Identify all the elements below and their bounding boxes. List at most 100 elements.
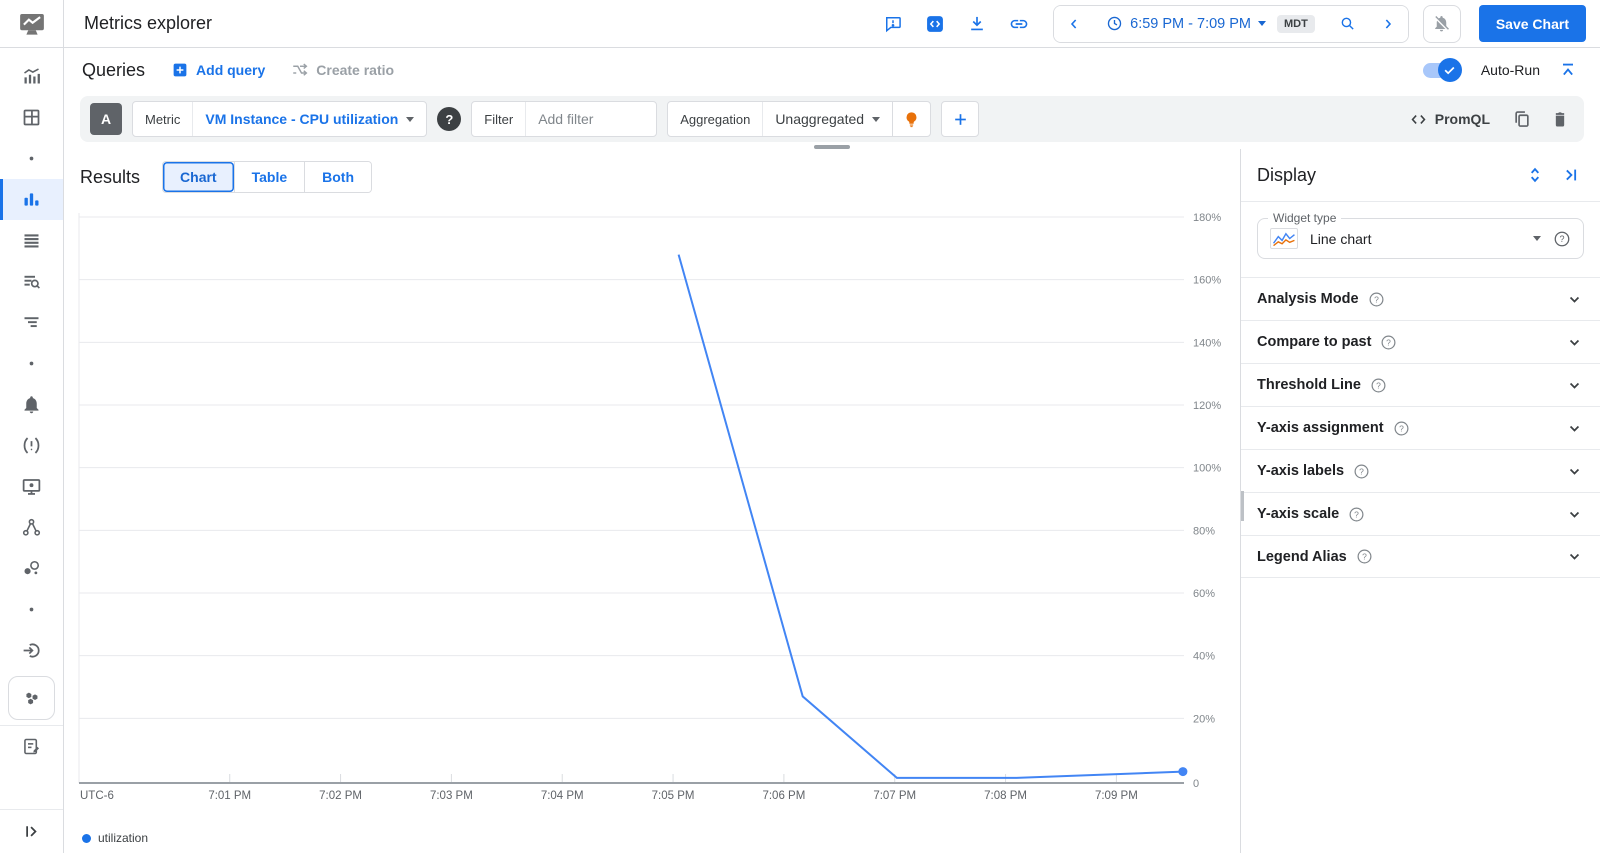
sidebar-overflow-dot-1 (0, 138, 63, 179)
promql-toggle[interactable]: PromQL (1409, 110, 1490, 129)
widget-type-value: Line chart (1310, 230, 1372, 247)
widget-type-label: Widget type (1268, 211, 1342, 225)
download-icon[interactable] (963, 10, 991, 38)
help-icon[interactable]: ? (1348, 506, 1365, 523)
copy-query-icon[interactable] (1508, 105, 1536, 133)
display-section-legend-alias[interactable]: Legend Alias? (1241, 535, 1600, 578)
sidebar-item-integrations[interactable] (0, 630, 63, 671)
aggregation-selector[interactable]: Unaggregated (763, 111, 892, 127)
display-section-y-axis-labels[interactable]: Y-axis labels? (1241, 449, 1600, 492)
tab-both[interactable]: Both (304, 162, 372, 192)
svg-text:7:04 PM: 7:04 PM (541, 790, 584, 802)
line-chart[interactable]: 0 20% 40% 60% 80% 100% 120% 140% 160% 180% 7:01 PM… (78, 199, 1238, 813)
svg-text:7:07 PM: 7:07 PM (873, 790, 916, 802)
svg-text:7:09 PM: 7:09 PM (1095, 790, 1138, 802)
metric-pill: Metric VM Instance - CPU utilization (132, 101, 428, 137)
svg-text:7:01 PM: 7:01 PM (208, 790, 251, 802)
sidebar-item-error-reporting[interactable] (0, 425, 63, 466)
time-forward-button[interactable] (1367, 5, 1408, 42)
svg-text:140%: 140% (1193, 337, 1221, 349)
chart-legend: utilization (64, 829, 1240, 853)
aggregation-label: Aggregation (668, 102, 764, 136)
help-icon[interactable]: ? (1553, 230, 1571, 248)
svg-text:UTC-6: UTC-6 (80, 790, 114, 802)
line-chart-thumb-icon (1270, 228, 1298, 249)
display-section-y-axis-assignment[interactable]: Y-axis assignment? (1241, 406, 1600, 449)
suggestion-lightbulb-icon[interactable] (892, 102, 930, 136)
display-section-threshold-line[interactable]: Threshold Line? (1241, 363, 1600, 406)
results-chart[interactable]: 0 20% 40% 60% 80% 100% 120% 140% 160% 180% 7:01 PM… (64, 199, 1240, 829)
check-icon (1444, 66, 1455, 74)
sidebar-item-alerting[interactable] (0, 384, 63, 425)
metric-selector[interactable]: VM Instance - CPU utilization (193, 111, 426, 127)
sidebar-item-pinned-product[interactable] (8, 676, 55, 720)
sidebar-overflow-dot-2 (0, 343, 63, 384)
queries-heading: Queries (82, 59, 146, 80)
expand-sections-icon[interactable] (1522, 162, 1548, 188)
sidebar-item-metrics-explorer[interactable] (0, 179, 63, 220)
time-back-button[interactable] (1054, 5, 1095, 42)
collapse-panel-icon[interactable] (1558, 162, 1584, 188)
results-heading: Results (80, 166, 141, 187)
display-section-analysis-mode[interactable]: Analysis Mode? (1241, 277, 1600, 320)
alert-off-icon[interactable] (1422, 4, 1461, 43)
sidebar-item-release-notes[interactable] (0, 725, 63, 766)
add-query-button[interactable]: Add query (171, 61, 265, 79)
svg-text:180%: 180% (1193, 212, 1221, 224)
svg-text:0: 0 (1193, 778, 1199, 790)
svg-text:7:06 PM: 7:06 PM (762, 790, 805, 802)
chevron-down-icon (872, 116, 881, 122)
display-section-compare-to-past[interactable]: Compare to past? (1241, 320, 1600, 363)
save-chart-button[interactable]: Save Chart (1478, 5, 1586, 42)
filter-input[interactable]: Add filter (526, 111, 656, 127)
copy-link-icon[interactable] (1005, 10, 1033, 38)
feedback-icon[interactable] (879, 10, 907, 38)
sidebar-item-dashboards[interactable] (0, 97, 63, 138)
delete-query-icon[interactable] (1546, 105, 1574, 133)
tab-chart[interactable]: Chart (163, 162, 234, 192)
expand-sidebar-icon[interactable] (0, 809, 63, 853)
sidebar-item-logs[interactable] (0, 220, 63, 261)
auto-run-label: Auto-Run (1480, 62, 1540, 78)
svg-text:80%: 80% (1193, 525, 1215, 537)
plus-icon (954, 113, 966, 125)
display-heading: Display (1257, 164, 1317, 185)
display-section-y-axis-scale[interactable]: Y-axis scale? (1241, 492, 1600, 535)
svg-text:?: ? (1399, 423, 1404, 433)
create-ratio-button: Create ratio (291, 61, 394, 79)
sidebar-overflow-dot-3 (0, 589, 63, 630)
help-icon[interactable]: ? (1380, 334, 1397, 351)
help-icon[interactable]: ? (1353, 463, 1370, 480)
time-zoom-button[interactable] (1326, 5, 1368, 42)
svg-text:7:05 PM: 7:05 PM (652, 790, 695, 802)
collapse-queries-icon[interactable] (1554, 56, 1582, 84)
results-section: Results Chart Table Both 0 20% 40% 60% 80% 100%… (64, 149, 1240, 853)
time-range-selector[interactable]: 6:59 PM - 7:09 PM MDT (1094, 5, 1327, 42)
sidebar-item-monitoring-overview[interactable] (0, 56, 63, 97)
panel-scrollbar[interactable] (1241, 491, 1244, 521)
zoom-icon (1341, 17, 1354, 30)
tab-table[interactable]: Table (233, 162, 305, 192)
help-icon[interactable]: ? (1368, 291, 1385, 308)
metric-help-icon[interactable]: ? (437, 107, 462, 131)
sidebar-item-kubernetes[interactable] (0, 548, 63, 589)
help-icon[interactable]: ? (1356, 548, 1373, 565)
sidebar-item-logs-explorer[interactable] (0, 261, 63, 302)
help-icon[interactable]: ? (1370, 377, 1387, 394)
add-box-icon (173, 63, 187, 77)
code-editor-icon[interactable] (921, 10, 949, 38)
monitoring-logo-icon[interactable] (0, 0, 63, 48)
chevron-down-icon (1533, 236, 1541, 241)
sidebar-item-trace[interactable] (0, 302, 63, 343)
help-icon[interactable]: ? (1393, 420, 1410, 437)
results-view-tabs: Chart Table Both (162, 161, 373, 193)
chevron-down-icon (1569, 339, 1580, 346)
auto-run-toggle[interactable] (1422, 58, 1462, 82)
left-sidebar (0, 0, 64, 853)
sidebar-item-uptime-checks[interactable] (0, 466, 63, 507)
svg-text:?: ? (1387, 337, 1392, 347)
add-subquery-button[interactable] (941, 101, 980, 137)
widget-type-select[interactable]: Widget type Line chart ? (1257, 211, 1584, 259)
sidebar-item-services[interactable] (0, 507, 63, 548)
time-range-text: 6:59 PM - 7:09 PM (1130, 15, 1252, 32)
